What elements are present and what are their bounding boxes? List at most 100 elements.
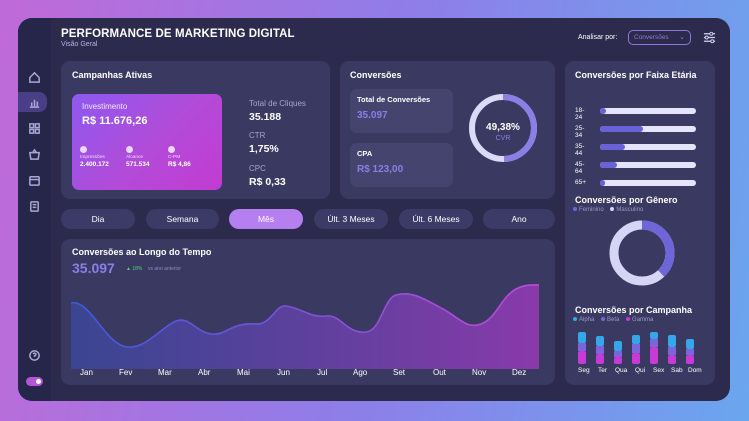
cpa-box: CPA R$ 123,00 <box>350 143 453 187</box>
page-subtitle: Visão Geral <box>61 41 98 48</box>
age-bar-fill <box>600 144 625 150</box>
period-6-meses[interactable]: Últ. 6 Meses <box>399 209 473 229</box>
campanha-legend: Alpha Beta Gamma <box>568 317 653 323</box>
age-label: 35-44 <box>575 143 585 157</box>
month-label: Ago <box>353 368 368 377</box>
timeline-card: Conversões ao Longo do Tempo 35.097 ▲ 18… <box>61 239 555 385</box>
conversoes-title: Conversões <box>350 70 402 80</box>
legend-swatch <box>573 207 577 212</box>
timeline-title: Conversões ao Longo do Tempo <box>72 247 212 257</box>
age-bar-track <box>600 180 696 186</box>
chevron-down-icon: ⌄ <box>679 34 685 41</box>
campanha-bar-sab <box>668 335 676 364</box>
alcance-value: 571.534 <box>126 161 150 168</box>
campanha-bar-seg <box>578 332 586 364</box>
total-conversoes-box: Total de Conversões 35.097 <box>350 89 453 133</box>
cpm-value: R$ 4,86 <box>168 161 191 168</box>
period-mes[interactable]: Mês <box>229 209 303 229</box>
analisar-select[interactable]: Conversões ⌄ <box>628 30 691 45</box>
month-label: Abr <box>198 368 211 377</box>
investimento-value: R$ 11.676,26 <box>82 115 148 127</box>
month-label: Nov <box>472 368 487 377</box>
sidebar <box>18 18 51 401</box>
month-label: Dez <box>512 368 527 377</box>
investimento-card: Investimento R$ 11.676,26 Impressões 2.4… <box>72 94 222 190</box>
day-label: Qua <box>615 367 628 374</box>
age-label: 45-64 <box>575 161 585 175</box>
campanha-bar-sex <box>650 332 658 364</box>
cvr-donut: 49,38% CVR <box>469 94 537 162</box>
age-bar-track <box>600 126 696 132</box>
total-conversoes-label: Total de Conversões <box>357 95 431 104</box>
legend-alpha: Alpha <box>579 317 595 323</box>
period-ano[interactable]: Ano <box>483 209 555 229</box>
legend-gamma: Gamma <box>632 317 654 323</box>
legend-swatch <box>626 317 631 322</box>
month-label: Set <box>393 368 406 377</box>
bar-chart-icon[interactable] <box>27 95 42 110</box>
month-label: Fev <box>119 368 133 377</box>
age-bar-track <box>600 144 696 150</box>
right-panel-card: Conversões por Faixa Etária 18-24 25-34 35… <box>565 61 715 385</box>
ctr-value: 1,75% <box>249 143 279 155</box>
legend-beta: Beta <box>607 317 620 323</box>
month-label: Jan <box>80 368 93 377</box>
basket-icon[interactable] <box>27 147 42 162</box>
report-icon[interactable] <box>27 199 42 214</box>
age-bar-fill <box>600 108 606 114</box>
day-label: Sab <box>671 367 683 374</box>
impressoes-value: 2.400.172 <box>80 161 109 168</box>
timeline-badge: ▲ 18% <box>126 266 143 272</box>
timeline-value: 35.097 <box>72 260 115 276</box>
age-bar-fill <box>600 162 618 168</box>
impressoes-metric: Impressões 2.400.172 <box>80 146 125 168</box>
cpa-label: CPA <box>357 149 373 158</box>
ctr-label: CTR <box>249 131 266 140</box>
age-bar-fill <box>600 126 644 132</box>
day-label: Dom <box>688 367 702 374</box>
campanha-bar-dom <box>686 339 694 364</box>
filter-sliders-icon[interactable] <box>703 31 716 44</box>
analisar-select-value: Conversões <box>634 34 669 41</box>
period-3-meses[interactable]: Últ. 3 Meses <box>314 209 388 229</box>
faixa-title: Conversões por Faixa Etária <box>575 70 697 80</box>
alcance-label: Alcance <box>126 155 144 160</box>
month-label: Mar <box>158 368 172 377</box>
calendar-icon[interactable] <box>27 173 42 188</box>
conversoes-card: Conversões Total de Conversões 35.097 CP… <box>340 61 555 199</box>
legend-swatch <box>610 207 615 212</box>
page-title: PERFORMANCE DE MARKETING DIGITAL <box>61 28 295 40</box>
day-label: Seg <box>578 367 590 374</box>
impressoes-label: Impressões <box>80 155 105 160</box>
users-icon <box>126 146 133 153</box>
campanha-stacked-bars <box>578 332 694 364</box>
age-bar-fill <box>600 180 605 186</box>
age-bar-track <box>600 162 696 168</box>
period-semana[interactable]: Semana <box>146 209 219 229</box>
legend-feminino: Feminino <box>579 207 604 213</box>
grid-icon[interactable] <box>27 121 42 136</box>
timeline-badge-note: vs ano anterior <box>148 266 182 272</box>
month-label: Jul <box>317 368 328 377</box>
total-cliques-value: 35.188 <box>249 111 282 123</box>
age-label: 65+ <box>575 179 587 186</box>
age-label: 18-24 <box>575 107 585 121</box>
timeline-area <box>71 284 539 369</box>
timeline-area-chart <box>71 284 540 369</box>
total-conversoes-value: 35.097 <box>357 110 388 121</box>
home-icon[interactable] <box>27 70 42 85</box>
genero-donut <box>609 220 675 286</box>
legend-swatch <box>601 317 606 322</box>
period-dia[interactable]: Dia <box>61 209 135 229</box>
age-bar-track <box>600 108 696 114</box>
theme-toggle[interactable] <box>26 377 43 386</box>
campanha-title: Conversões por Campanha <box>575 305 693 315</box>
cpc-value: R$ 0,33 <box>249 176 286 188</box>
eye-icon <box>80 146 87 153</box>
age-label: 25-34 <box>575 125 585 139</box>
help-icon[interactable] <box>27 348 42 363</box>
campanhas-card: Campanhas Ativas Investimento R$ 11.676,… <box>61 61 330 199</box>
cpm-label: C-PM <box>168 155 181 160</box>
legend-swatch <box>573 317 577 322</box>
cpa-value: R$ 123,00 <box>357 164 404 175</box>
